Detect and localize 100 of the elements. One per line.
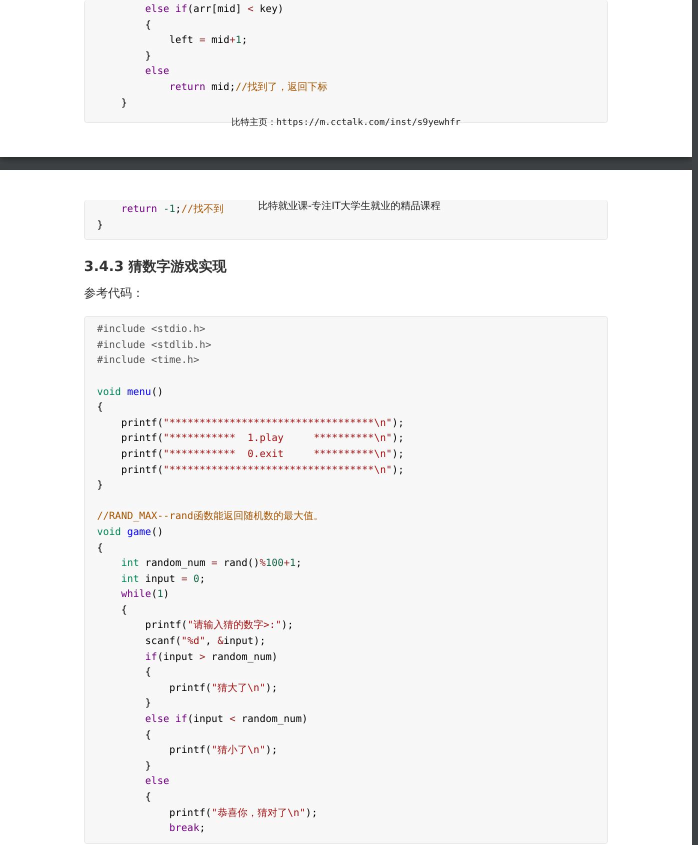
code-text: int — [120, 574, 140, 585]
code-text: break — [168, 823, 200, 834]
code-text: % — [260, 558, 266, 570]
code-text: & — [217, 636, 224, 648]
code-text: ); — [392, 433, 404, 444]
code-text: "*********** 0.exit **********\n" — [163, 448, 392, 460]
code-text: ; — [199, 574, 206, 585]
code-text: ; — [175, 204, 182, 215]
code-text: //找到了，返回下标 — [235, 82, 328, 93]
code-text: { — [144, 20, 152, 31]
code-text: random_num) — [210, 652, 278, 663]
code-text: while — [120, 589, 152, 600]
code-text: < — [229, 714, 236, 726]
code-text: if — [144, 652, 158, 663]
code-text: input — [144, 574, 176, 585]
code-text: "*********** 1.play **********\n" — [163, 433, 392, 444]
code-text: //RAND_MAX--rand函数能返回随机数的最大值。 — [97, 511, 324, 522]
section-heading: 3.4.3 猜数字游戏实现 — [84, 258, 227, 278]
code-text: () — [151, 386, 164, 398]
code-text: key) — [258, 4, 284, 15]
body-text: 参考代码： — [84, 285, 144, 302]
code-text: left — [168, 35, 194, 46]
code-text: if — [174, 714, 188, 726]
code-text: (arr[mid] — [187, 4, 242, 15]
code-text: ); — [392, 418, 404, 429]
code-text: ); — [265, 745, 278, 756]
code-text: #include <time.h> — [97, 355, 200, 366]
code-text: printf( — [120, 448, 164, 460]
code-text: ); — [265, 682, 278, 694]
code-text: ( — [151, 589, 158, 600]
code-text: = — [199, 35, 206, 46]
code-text: 0 — [192, 574, 200, 585]
code-text: + — [284, 558, 290, 570]
code-text: 100 — [266, 558, 284, 570]
code-text: (input — [157, 652, 194, 663]
code-text: game — [126, 526, 152, 538]
code-text: } — [144, 760, 152, 772]
code-text: return — [168, 82, 206, 93]
code-text: printf( — [168, 745, 212, 756]
code-text: ); — [392, 448, 404, 460]
code-text: 1 — [157, 589, 164, 600]
code-text: < — [248, 4, 254, 15]
code-text: 1 — [236, 35, 242, 46]
code-text: mid — [210, 35, 230, 46]
code-text: random_num) — [240, 714, 308, 726]
code-text: ); — [281, 620, 294, 632]
code-text: } — [97, 480, 104, 492]
code-text: } — [120, 98, 128, 109]
code-text: "猜小了\n" — [211, 745, 266, 756]
code-text: () — [151, 526, 164, 538]
code-text: menu — [126, 386, 152, 398]
code-text: printf( — [144, 620, 188, 632]
code-text: #include <stdio.h> — [97, 324, 206, 336]
code-text: return — [120, 204, 158, 215]
code-text: "**********************************\n" — [163, 418, 392, 429]
code-text: { — [120, 604, 128, 616]
code-text: else — [144, 4, 170, 15]
code-text: "**********************************\n" — [163, 464, 392, 476]
code-text: { — [97, 542, 104, 554]
code-text: , — [205, 636, 212, 648]
code-text: if — [174, 4, 188, 15]
code-text: } — [97, 220, 104, 231]
code-text: (input — [187, 714, 224, 726]
code-text: input); — [223, 636, 266, 648]
code-text: { — [144, 667, 152, 678]
code-text: { — [144, 730, 152, 741]
code-text: } — [144, 698, 152, 710]
code-text: ; — [199, 823, 206, 834]
code-text: mid; — [210, 82, 236, 93]
code-text: printf( — [168, 808, 212, 819]
code-text: void — [97, 526, 122, 538]
page-header: 比特就业课-专注IT大学生就业的精品课程 — [258, 200, 441, 214]
code-text: printf( — [120, 418, 164, 429]
code-text: } — [144, 50, 152, 62]
page-footer: 比特主页：https://m.cctalk.com/inst/s9yewhfr — [231, 118, 461, 128]
code-text: { — [97, 402, 104, 414]
code-text: "恭喜你，猜对了\n" — [211, 808, 306, 819]
code-text: "请输入猜的数字>:" — [187, 620, 282, 632]
code-text: #include <stdlib.h> — [97, 340, 212, 351]
code-text: int — [120, 558, 140, 570]
code-text: = — [211, 558, 218, 570]
code-text: + — [229, 35, 236, 46]
code-text: ; — [242, 35, 248, 46]
code-text: scanf( — [144, 636, 182, 648]
code-text: rand() — [222, 558, 260, 570]
code-text: void — [97, 386, 122, 398]
code-text: 1 — [290, 558, 296, 570]
code-text: printf( — [120, 433, 164, 444]
code-text: = — [181, 574, 188, 585]
code-text: else — [144, 66, 170, 78]
code-text: //找不到 — [181, 204, 224, 215]
code-text: { — [144, 792, 152, 803]
code-text: > — [199, 652, 206, 663]
code-text: ); — [305, 808, 318, 819]
code-text: printf( — [168, 682, 212, 694]
code-text: else — [144, 776, 170, 788]
code-text: ) — [163, 589, 170, 600]
code-text: -1 — [162, 204, 176, 215]
code-text: ); — [392, 464, 404, 476]
code-text: random_num — [144, 558, 206, 570]
